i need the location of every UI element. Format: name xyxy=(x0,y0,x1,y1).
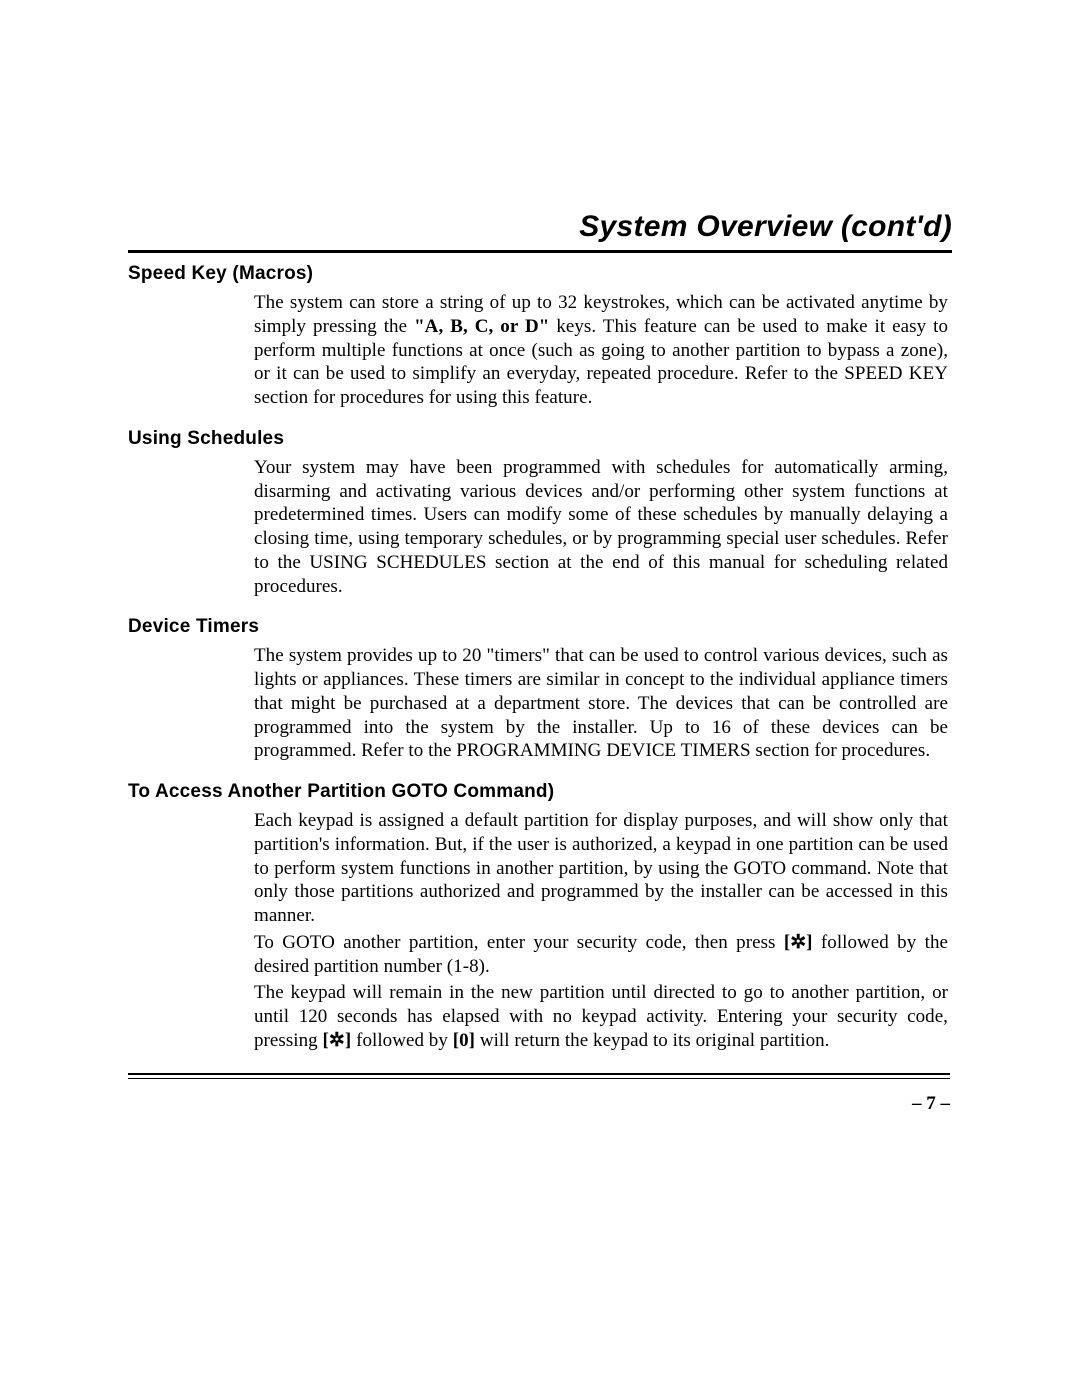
text-segment: followed by xyxy=(351,1030,452,1051)
footer-rule-top xyxy=(128,1073,950,1075)
content-area: Speed Key (Macros) The system can store … xyxy=(128,263,952,1115)
body-device-timers: The system provides up to 20 "timers" th… xyxy=(254,644,948,763)
text-segment: will return the keypad to its original p… xyxy=(475,1030,829,1051)
page-number: – 7 – xyxy=(128,1093,950,1115)
paragraph: To GOTO another partition, enter your se… xyxy=(254,931,948,979)
text-segment-bold: [0] xyxy=(453,1030,475,1051)
section-heading-device-timers: Device Timers xyxy=(128,616,950,638)
paragraph: Your system may have been programmed wit… xyxy=(254,456,948,599)
text-segment-bold: [✲] xyxy=(323,1030,352,1051)
body-speed-key: The system can store a string of up to 3… xyxy=(254,291,948,410)
section-heading-goto: To Access Another Partition GOTO Command… xyxy=(128,781,950,803)
page-title: System Overview (cont'd) xyxy=(128,210,952,244)
title-rule xyxy=(128,250,952,253)
paragraph: The system can store a string of up to 3… xyxy=(254,291,948,410)
document-page: System Overview (cont'd) Speed Key (Macr… xyxy=(0,0,1080,1397)
body-using-schedules: Your system may have been programmed wit… xyxy=(254,456,948,599)
paragraph: The keypad will remain in the new partit… xyxy=(254,981,948,1052)
paragraph: The system provides up to 20 "timers" th… xyxy=(254,644,948,763)
footer-rule-bottom xyxy=(128,1078,950,1079)
section-heading-using-schedules: Using Schedules xyxy=(128,428,950,450)
paragraph: Each keypad is assigned a default partit… xyxy=(254,809,948,928)
body-goto: Each keypad is assigned a default partit… xyxy=(254,809,948,1053)
text-segment-bold: [✲] xyxy=(784,932,813,953)
section-heading-speed-key: Speed Key (Macros) xyxy=(128,263,950,285)
text-segment: To GOTO another partition, enter your se… xyxy=(254,932,784,953)
text-segment-bold: "A, B, C, or D" xyxy=(414,316,549,337)
